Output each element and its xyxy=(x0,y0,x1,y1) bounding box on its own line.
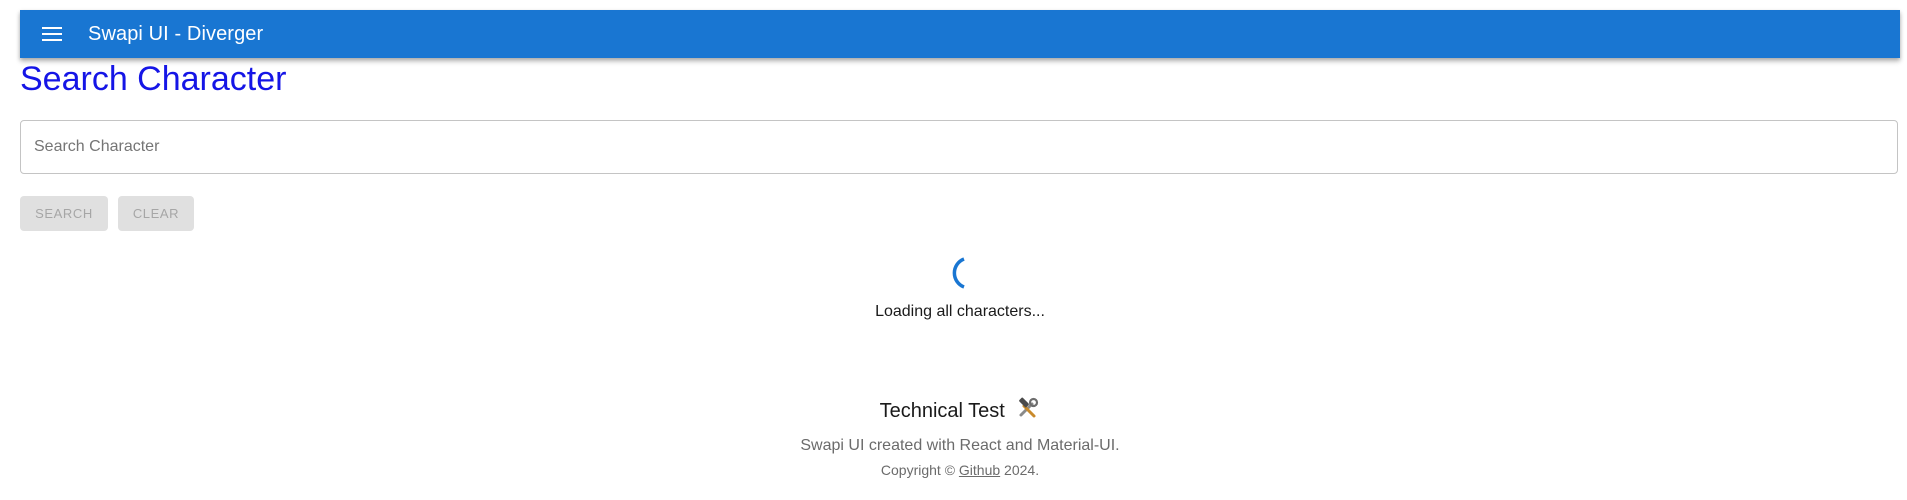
hamburger-menu-icon[interactable] xyxy=(42,27,62,41)
footer-copyright: Copyright © Github 2024. xyxy=(0,462,1907,478)
page-title: Search Character xyxy=(20,60,287,98)
footer-title-text: Technical Test xyxy=(879,400,1005,422)
loading-text: Loading all characters... xyxy=(875,303,1045,320)
menu-button[interactable] xyxy=(40,22,64,46)
github-link[interactable]: Github xyxy=(959,462,1000,478)
search-input[interactable] xyxy=(21,121,1897,173)
footer-title: Technical Test xyxy=(0,396,1907,423)
search-button[interactable]: Search xyxy=(20,196,108,231)
copyright-prefix: Copyright © xyxy=(880,462,959,478)
footer-description: Swapi UI created with React and Material… xyxy=(800,437,1120,454)
loading-spinner-icon xyxy=(952,257,965,289)
app-bar: Swapi UI - Diverger xyxy=(20,10,1900,58)
page: Swapi UI - Diverger Search Character Sea… xyxy=(0,0,1907,500)
search-field[interactable] xyxy=(20,120,1898,174)
copyright-suffix: 2024. xyxy=(1000,462,1040,478)
clear-button[interactable]: Clear xyxy=(118,196,194,231)
hammer-and-wrench-icon xyxy=(1019,397,1039,418)
app-title: Swapi UI - Diverger xyxy=(88,22,264,45)
